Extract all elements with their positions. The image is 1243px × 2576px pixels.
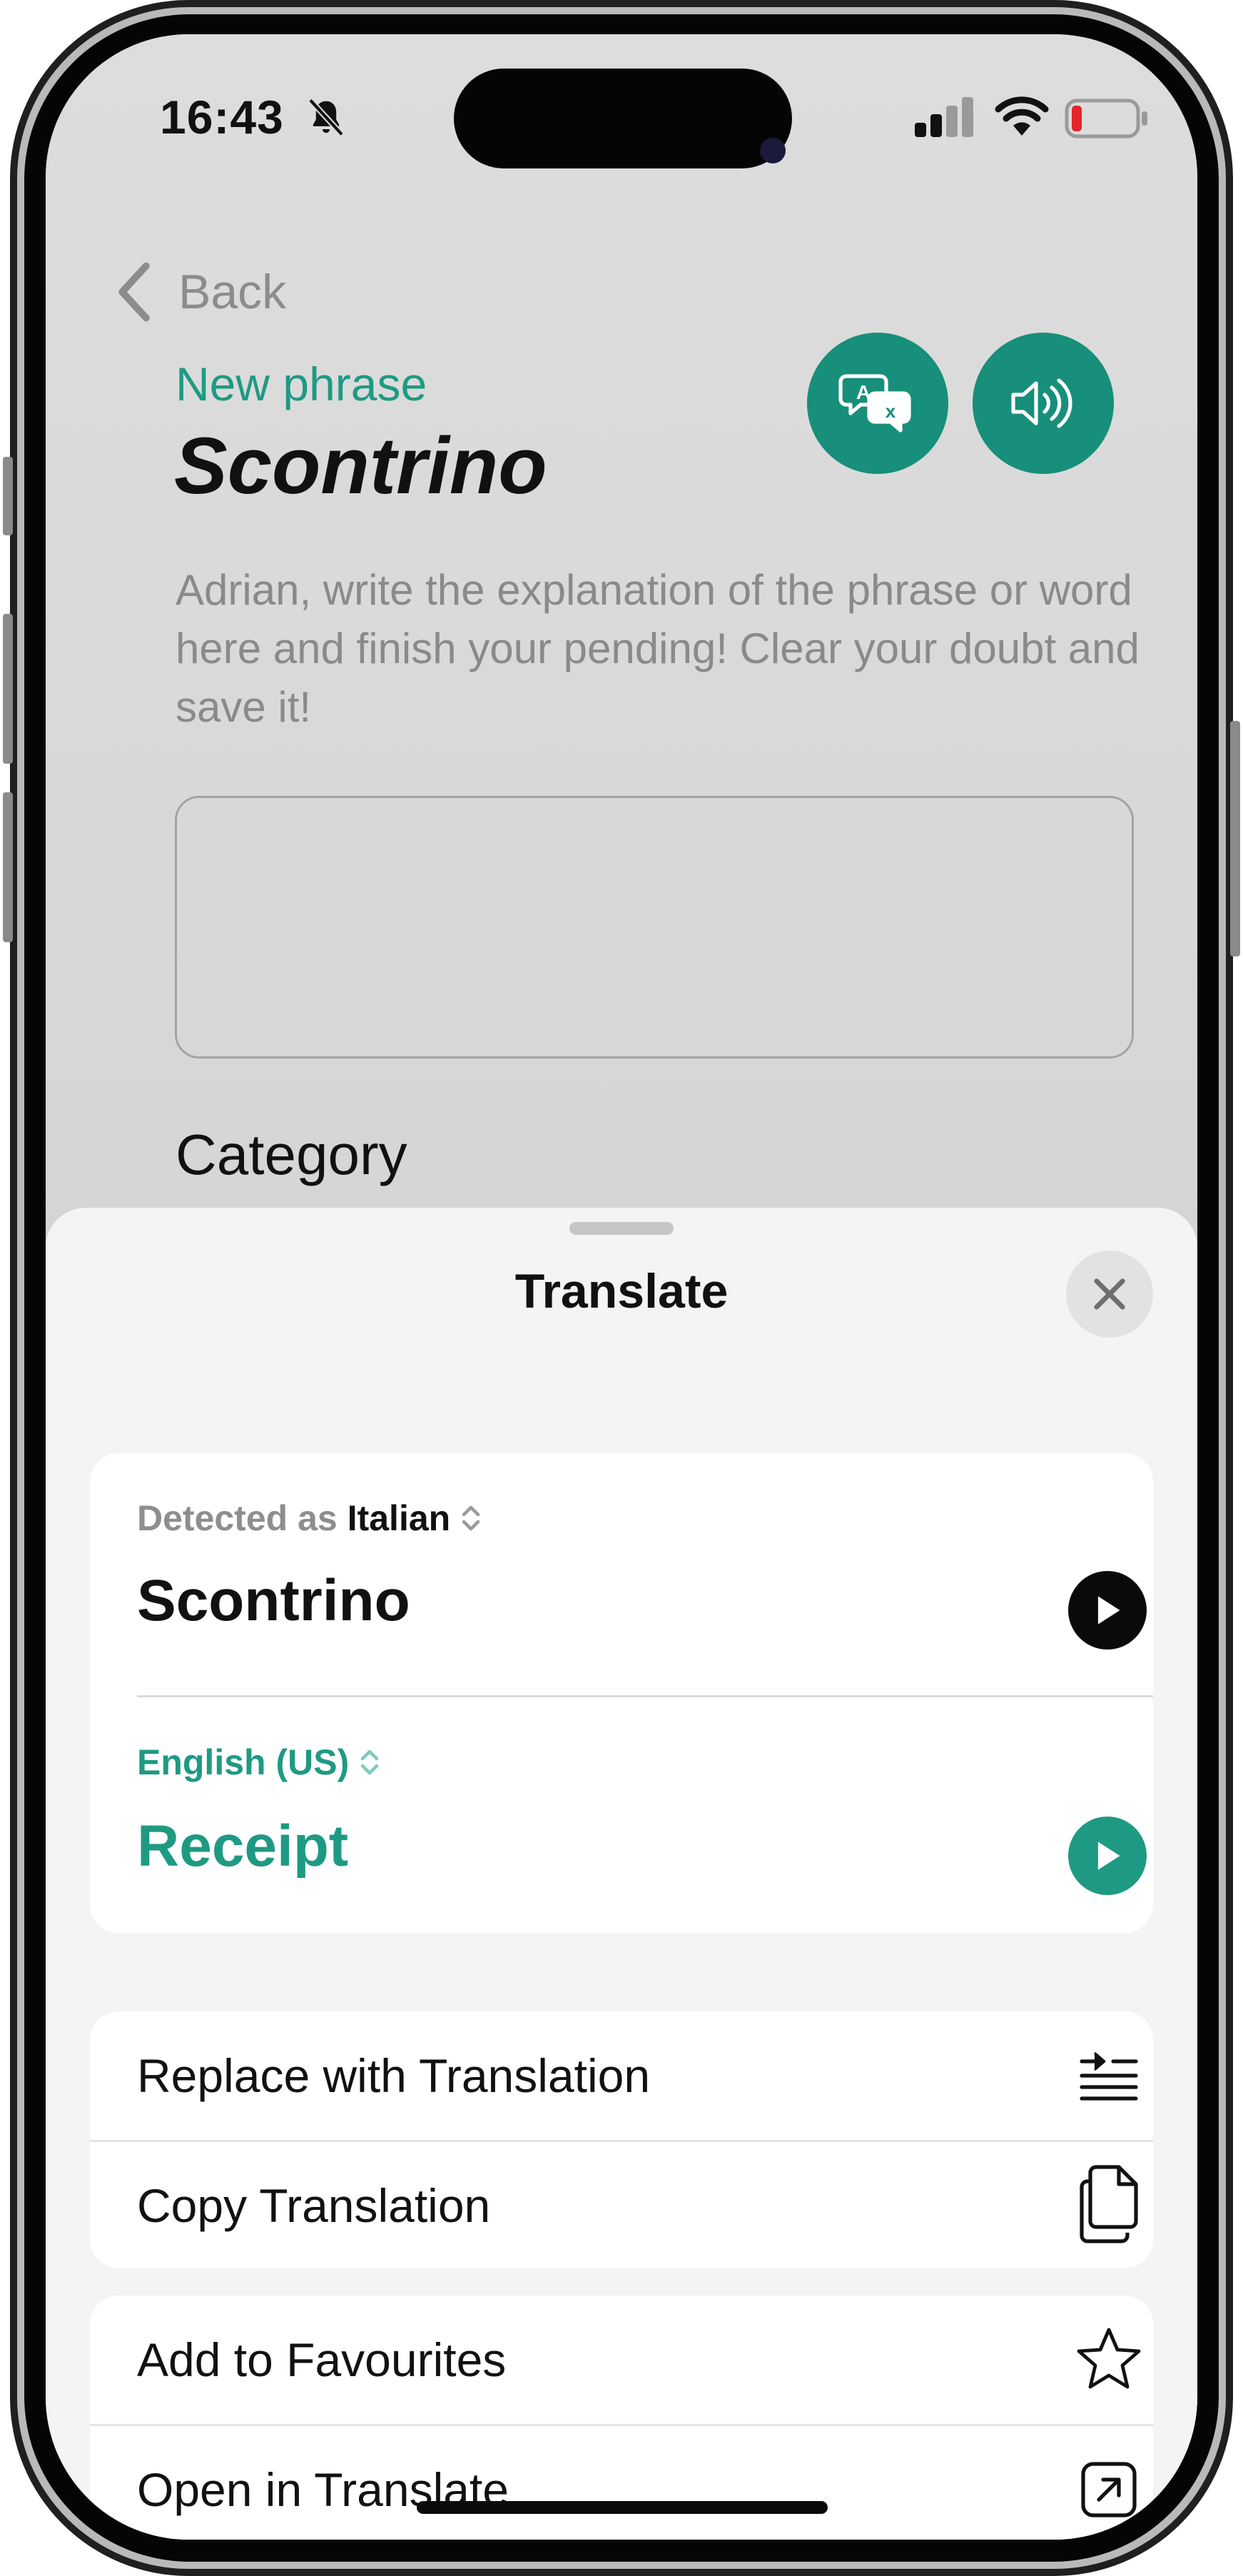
open-in-translate-row[interactable]: Open in Translate xyxy=(90,2425,1153,2540)
chevron-up-down-icon xyxy=(360,1749,379,1775)
phrase-title: Scontrino xyxy=(174,421,547,510)
power-button xyxy=(1230,721,1240,956)
target-language-selector[interactable]: English (US) xyxy=(137,1742,380,1783)
replace-lines-icon xyxy=(1073,2040,1145,2111)
play-target-button[interactable] xyxy=(1068,1817,1147,1895)
explanation-text: Adrian, write the explanation of the phr… xyxy=(176,566,1140,731)
translation-card: Detected as Italian Scontrino English (U… xyxy=(90,1453,1153,1933)
svg-text:x: x xyxy=(886,400,896,422)
speak-button[interactable] xyxy=(973,333,1114,474)
close-icon xyxy=(1094,1278,1125,1310)
target-language: English (US) xyxy=(137,1742,350,1782)
sheet-title: Translate xyxy=(514,1264,729,1318)
back-label: Back xyxy=(178,265,287,319)
silent-switch xyxy=(3,457,13,535)
chevron-up-down-icon xyxy=(462,1505,480,1531)
volume-down-button xyxy=(3,792,13,942)
play-source-button[interactable] xyxy=(1068,1571,1147,1650)
replace-with-translation-label: Replace with Translation xyxy=(137,2049,651,2102)
status-time: 16:43 xyxy=(160,91,284,143)
target-text: Receipt xyxy=(137,1814,349,1879)
explanation-input[interactable] xyxy=(175,796,1134,1059)
actions-group-1: Replace with Translation Copy Translatio… xyxy=(90,2011,1153,2268)
close-button[interactable] xyxy=(1066,1251,1153,1338)
add-to-favourites-label: Add to Favourites xyxy=(137,2333,507,2386)
back-button[interactable]: Back xyxy=(114,260,286,324)
bell-slash-icon xyxy=(308,98,345,137)
star-icon xyxy=(1073,2324,1145,2395)
phrase-subtitle: New phrase xyxy=(176,358,427,410)
sheet-grabber[interactable] xyxy=(569,1222,674,1235)
add-to-favourites-row[interactable]: Add to Favourites xyxy=(90,2295,1153,2424)
source-language: Italian xyxy=(347,1498,451,1538)
source-text: Scontrino xyxy=(137,1568,410,1633)
phone-screen: 16:43 Back New phrase Scontrino A x Adri… xyxy=(46,34,1197,2540)
signal-icon xyxy=(915,97,973,137)
replace-with-translation-row[interactable]: Replace with Translation xyxy=(90,2011,1153,2140)
open-external-icon xyxy=(1073,2454,1145,2525)
detected-prefix: Detected as xyxy=(137,1498,338,1538)
copy-translation-label: Copy Translation xyxy=(137,2179,491,2232)
translate-icon: A x xyxy=(838,374,911,433)
copy-translation-row[interactable]: Copy Translation xyxy=(90,2141,1153,2268)
wifi-icon xyxy=(995,96,1049,136)
chevron-left-icon xyxy=(118,262,150,322)
dynamic-island xyxy=(454,69,792,168)
home-indicator[interactable] xyxy=(417,2501,828,2514)
category-label: Category xyxy=(176,1123,407,1186)
volume-up-button xyxy=(3,614,13,764)
battery-low-icon xyxy=(1065,99,1147,138)
translation-divider xyxy=(137,1695,1153,1697)
play-icon xyxy=(1097,1842,1120,1870)
translate-sheet: Translate Detected as Italian Scontrino xyxy=(46,1208,1197,2540)
front-camera xyxy=(760,138,786,163)
play-icon xyxy=(1097,1596,1120,1625)
source-language-selector[interactable]: Detected as Italian xyxy=(137,1497,482,1539)
translate-button[interactable]: A x xyxy=(807,333,948,474)
copy-icon xyxy=(1073,2165,1145,2243)
speaker-icon xyxy=(1011,378,1072,428)
